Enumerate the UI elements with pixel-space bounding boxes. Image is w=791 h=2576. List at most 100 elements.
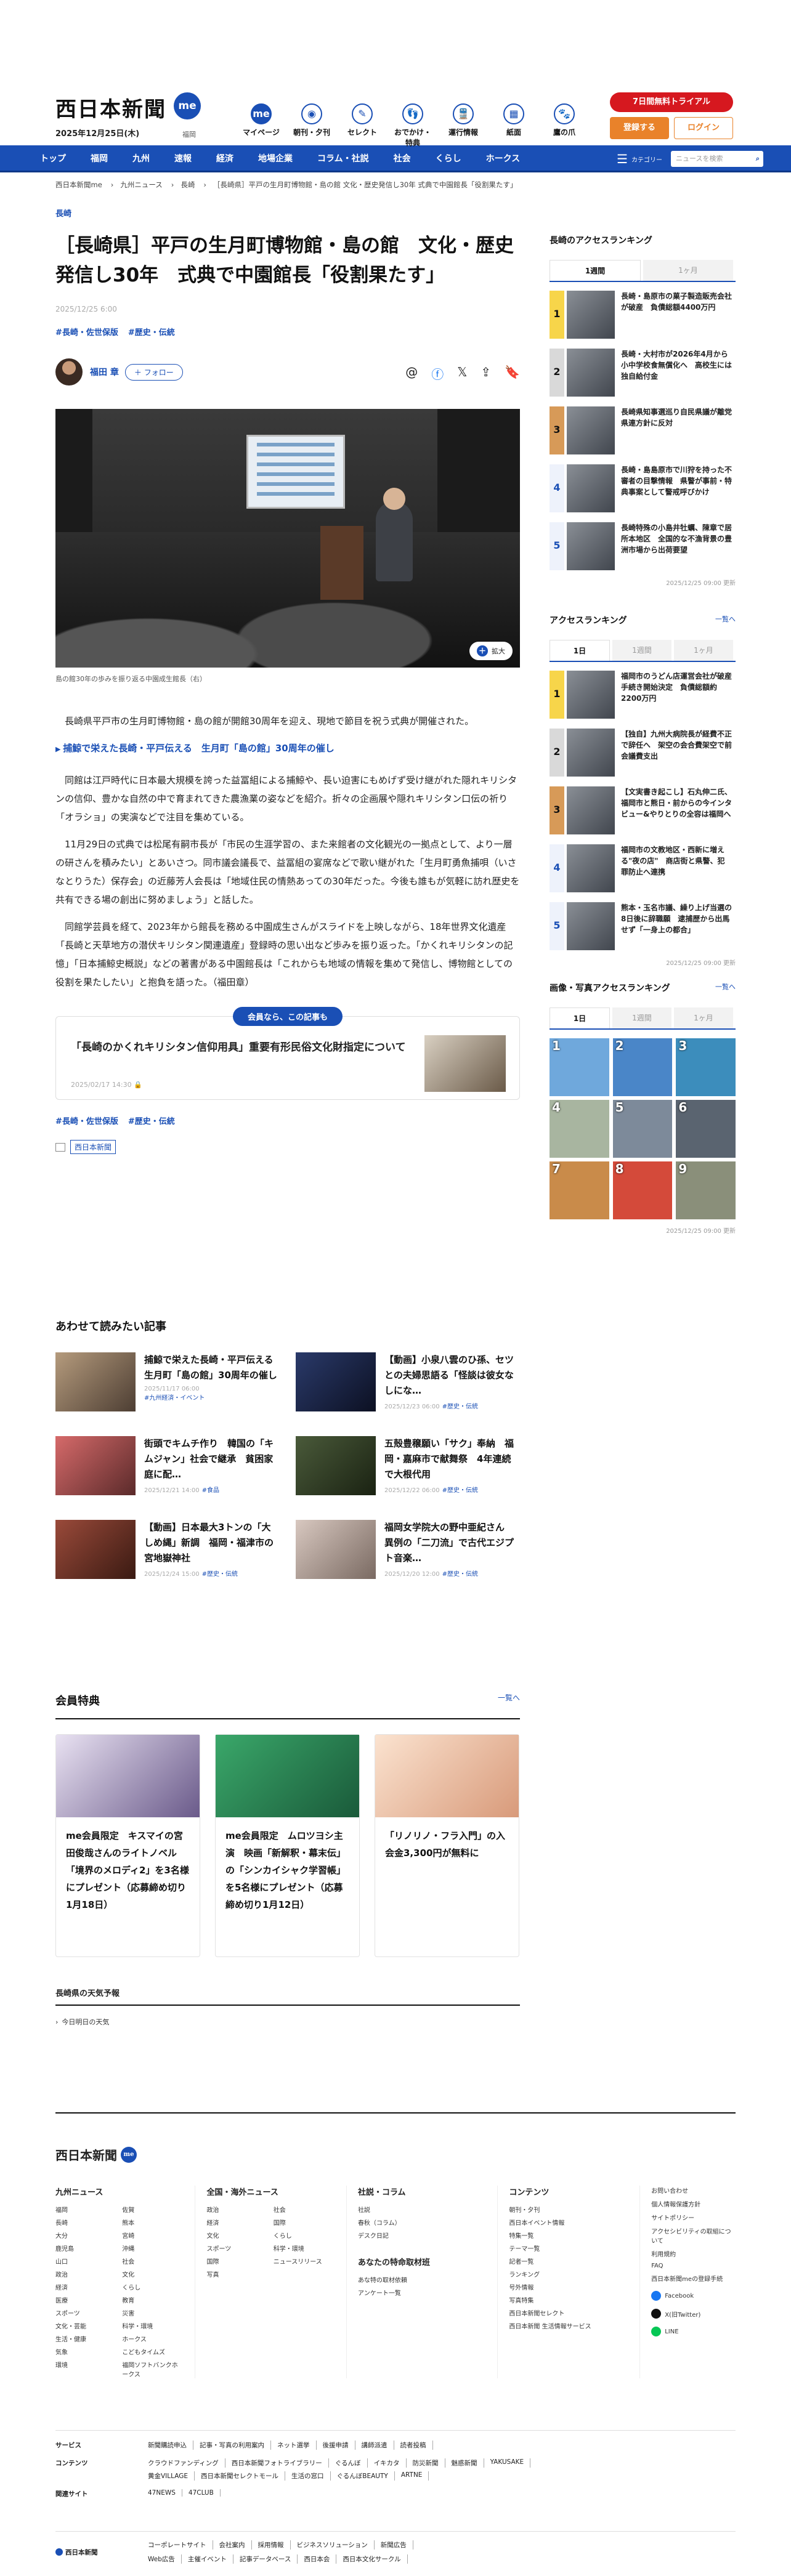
- related-item[interactable]: 街頭でキムチ作り 韓国の「キムジャン」社会で継承 貧困家庭に配… 2025/12/…: [55, 1436, 280, 1495]
- footer-link[interactable]: 西日本文化サークル: [336, 2554, 408, 2564]
- nav-fukuoka[interactable]: 福岡: [78, 145, 120, 172]
- paper-link[interactable]: ▦ 紙面: [493, 103, 535, 148]
- site-logo[interactable]: 西日本新聞: [55, 92, 166, 123]
- footer-link[interactable]: 佐賀: [122, 2205, 182, 2214]
- zoom-button[interactable]: ＋拡大: [469, 642, 513, 660]
- footer-link[interactable]: 記事・写真の利用案内: [193, 2441, 271, 2450]
- social-link[interactable]: LINE: [651, 2327, 736, 2336]
- photo-rank-thumb[interactable]: 6: [676, 1100, 736, 1158]
- nav-local-business[interactable]: 地場企業: [246, 145, 305, 172]
- ranking-item[interactable]: 4 福岡市の文教地区・西新に増える"夜の店" 商店街と県警、犯罪防止へ連携: [550, 844, 736, 894]
- footer-link[interactable]: 春秋（コラム）: [358, 2218, 485, 2227]
- footer-link[interactable]: 社会: [274, 2205, 334, 2214]
- footer-link[interactable]: 生活の窓口: [285, 2471, 331, 2481]
- footer-link[interactable]: ぐるんぼ: [329, 2458, 368, 2468]
- perk-card[interactable]: me会員限定 キスマイの宮田俊哉さんのライトノベル「境界のメロディ2」を3名様に…: [55, 1734, 200, 1957]
- tab-1month[interactable]: 1ヶ月: [643, 260, 733, 281]
- ranking-item[interactable]: 3 長崎県知事選巡り自民県議が離党 県連方針に反対: [550, 406, 739, 456]
- photo-rank-thumb[interactable]: 3: [676, 1038, 736, 1096]
- footer-link[interactable]: アクセシビリティの取組について: [651, 2226, 736, 2245]
- search-input[interactable]: ニュースを検索 ⌕: [671, 151, 763, 167]
- footer-link[interactable]: 国際: [274, 2218, 334, 2227]
- footer-link[interactable]: 長崎: [55, 2218, 116, 2227]
- train-info-link[interactable]: 🚆 運行情報: [442, 103, 484, 148]
- footer-link[interactable]: 後援申請: [317, 2441, 355, 2450]
- footer-link[interactable]: ホークス: [122, 2334, 182, 2343]
- photo-rank-thumb[interactable]: 2: [612, 1038, 673, 1096]
- photo-rank-thumb[interactable]: 4: [550, 1100, 609, 1158]
- footer-link[interactable]: 写真: [206, 2269, 267, 2279]
- footer-company-logo[interactable]: 西日本新聞: [55, 2540, 142, 2564]
- footer-link[interactable]: FAQ: [651, 2263, 736, 2269]
- footer-link[interactable]: 西日本新聞フォトライブラリー: [225, 2458, 329, 2468]
- footer-link[interactable]: イキカタ: [368, 2458, 407, 2468]
- breadcrumb-kyushu[interactable]: 九州ニュース: [120, 180, 162, 189]
- me-logo-badge[interactable]: me: [174, 92, 201, 119]
- footer-link[interactable]: 教育: [122, 2295, 182, 2304]
- threads-icon[interactable]: @: [405, 365, 418, 382]
- article-photo[interactable]: ＋拡大: [55, 409, 520, 668]
- footer-link[interactable]: 防災新聞: [407, 2458, 445, 2468]
- footer-link[interactable]: コーポレートサイト: [142, 2540, 213, 2550]
- footer-link[interactable]: 政治: [55, 2269, 116, 2279]
- login-button[interactable]: ログイン: [674, 117, 733, 139]
- footer-link[interactable]: 黄金VILLAGE: [142, 2471, 195, 2481]
- breadcrumb-nagasaki[interactable]: 長崎: [181, 180, 195, 189]
- photo-rank-thumb[interactable]: 5: [612, 1100, 673, 1158]
- author-name[interactable]: 福田 章: [90, 366, 119, 378]
- footer-link[interactable]: 新聞購読申込: [142, 2441, 193, 2450]
- footer-link[interactable]: お問い合わせ: [651, 2186, 736, 2195]
- footer-link[interactable]: 経済: [55, 2282, 116, 2291]
- social-link[interactable]: Facebook: [651, 2291, 736, 2301]
- footer-link[interactable]: スポーツ: [55, 2308, 116, 2317]
- footer-link[interactable]: 新聞広告: [375, 2540, 413, 2550]
- footer-link[interactable]: 西日本会: [298, 2554, 337, 2564]
- tag-link[interactable]: #長崎・佐世保版: [55, 1115, 118, 1126]
- perk-card[interactable]: me会員限定 ムロツヨシ主演 映画「新解釈・幕末伝」の「シンカイシャク学習帳」を…: [215, 1734, 360, 1957]
- tag-link[interactable]: #歴史・伝統: [128, 1115, 175, 1126]
- photo-rank-thumb[interactable]: 9: [676, 1161, 736, 1219]
- nav-breaking[interactable]: 速報: [162, 145, 204, 172]
- footer-link[interactable]: 山口: [55, 2256, 116, 2266]
- search-icon[interactable]: ⌕: [756, 151, 760, 167]
- article-category[interactable]: 長崎: [55, 207, 520, 219]
- newspaper-link[interactable]: ◉ 朝刊・夕刊: [291, 103, 333, 148]
- author-avatar[interactable]: [55, 358, 83, 386]
- footer-link[interactable]: デスク日記: [358, 2231, 485, 2240]
- nav-kyushu[interactable]: 九州: [120, 145, 162, 172]
- footer-link[interactable]: 特集一覧: [509, 2231, 627, 2240]
- ranking-item[interactable]: 5 熊本・玉名市議、繰り上げ当選の8日後に辞職願 逮捕歴から出馬せず「一身上の都合…: [550, 902, 736, 951]
- member-article-title[interactable]: 「長崎のかくれキリシタン信仰用具」重要有形民俗文化財指定について: [71, 1039, 416, 1056]
- free-trial-button[interactable]: 7日間無料トライアル: [610, 92, 733, 112]
- more-link[interactable]: 一覧へ: [715, 614, 736, 626]
- footer-link[interactable]: 会社案内: [213, 2540, 252, 2550]
- footer-link[interactable]: 国際: [206, 2256, 267, 2266]
- tab-1month[interactable]: 1ヶ月: [674, 1007, 733, 1028]
- footer-link[interactable]: ランキング: [509, 2269, 627, 2279]
- tab-1day[interactable]: 1日: [550, 640, 610, 661]
- nav-column[interactable]: コラム・社説: [305, 145, 381, 172]
- weather-link[interactable]: 今日明日の天気: [55, 2017, 520, 2027]
- footer-link[interactable]: 熊本: [122, 2218, 182, 2227]
- footer-link[interactable]: アンケート一覧: [358, 2288, 485, 2297]
- footer-link[interactable]: 記者一覧: [509, 2256, 627, 2266]
- ranking-item[interactable]: 3 【文実書き起こし】石丸伸二氏、福岡市と熊日・前からの今インタビュー&やりとりの…: [550, 786, 736, 836]
- footer-link[interactable]: 生活・健康: [55, 2334, 116, 2343]
- odekake-link[interactable]: 👣 おでかけ・特典: [392, 103, 434, 148]
- footer-link[interactable]: 沖縄: [122, 2243, 182, 2253]
- footer-link[interactable]: 読者投稿: [394, 2441, 433, 2450]
- footer-link[interactable]: ぐるんぼBEAUTY: [331, 2471, 395, 2481]
- breadcrumb-home[interactable]: 西日本新聞me: [55, 180, 102, 189]
- related-item[interactable]: 五殻豊穣願い「サク」奉納 福岡・嘉麻市で献舞祭 4年連続で大根代用 2025/12…: [296, 1436, 520, 1495]
- footer-link[interactable]: 講師派遣: [355, 2441, 394, 2450]
- tab-1month[interactable]: 1ヶ月: [674, 640, 733, 661]
- footer-link[interactable]: 文化: [122, 2269, 182, 2279]
- footer-link[interactable]: 社会: [122, 2256, 182, 2266]
- footer-link[interactable]: 宮崎: [122, 2231, 182, 2240]
- footer-link[interactable]: 西日本新聞 生活情報サービス: [509, 2321, 627, 2330]
- footer-link[interactable]: 主催イベント: [182, 2554, 233, 2564]
- footer-link[interactable]: 記事データベース: [233, 2554, 298, 2564]
- footer-link[interactable]: くらし: [274, 2231, 334, 2240]
- tab-1week[interactable]: 1週間: [612, 1007, 671, 1028]
- footer-link[interactable]: 科学・環境: [274, 2243, 334, 2253]
